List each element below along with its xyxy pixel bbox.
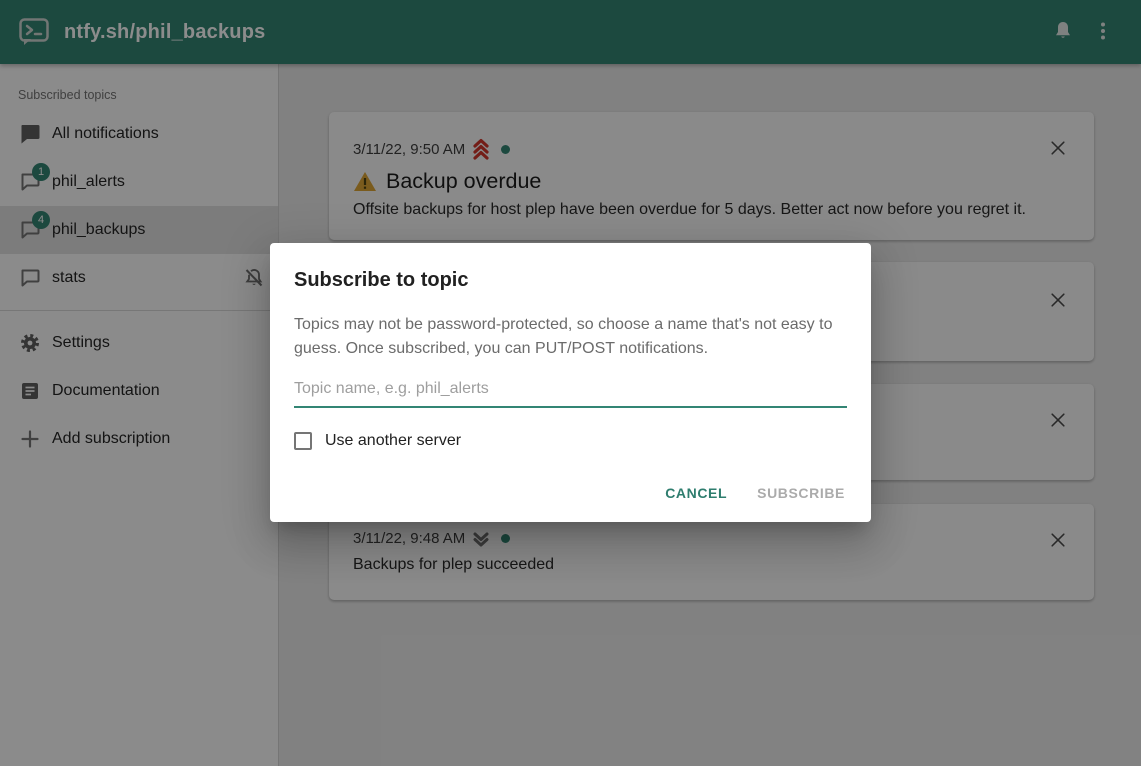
cancel-button[interactable]: CANCEL bbox=[655, 477, 737, 509]
subscribe-dialog: Subscribe to topic Topics may not be pas… bbox=[270, 243, 871, 522]
use-another-server-checkbox[interactable] bbox=[294, 432, 312, 450]
use-another-server-option[interactable]: Use another server bbox=[294, 432, 847, 450]
dialog-description: Topics may not be password-protected, so… bbox=[270, 292, 871, 361]
topic-name-input[interactable] bbox=[294, 376, 847, 408]
dialog-title: Subscribe to topic bbox=[270, 243, 871, 292]
checkbox-label: Use another server bbox=[325, 432, 461, 450]
subscribe-button[interactable]: SUBSCRIBE bbox=[747, 477, 855, 509]
